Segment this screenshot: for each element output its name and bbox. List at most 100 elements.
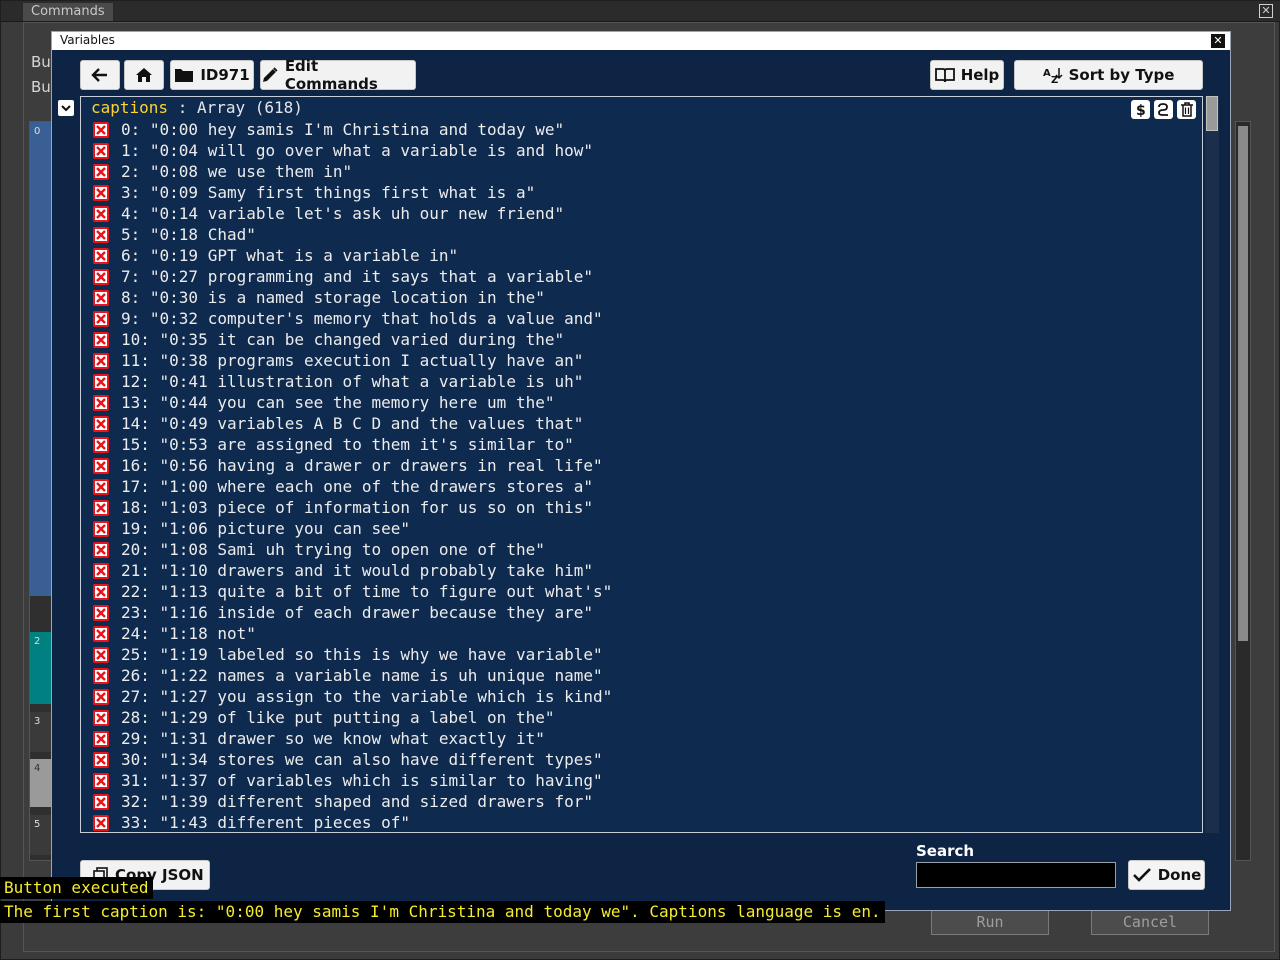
list-item-text[interactable]: 33: "1:43 different pieces of" [121, 812, 410, 832]
list-item-text[interactable]: 7: "0:27 programming and it says that a … [121, 266, 593, 287]
cancel-button[interactable]: Cancel [1091, 909, 1209, 935]
list-item-text[interactable]: 23: "1:16 inside of each drawer because … [121, 602, 593, 623]
list-item-text[interactable]: 9: "0:32 computer's memory that holds a … [121, 308, 603, 329]
list-item-text[interactable]: 1: "0:04 will go over what a variable is… [121, 140, 593, 161]
delete-item-icon[interactable] [93, 373, 109, 390]
variable-list-scroll-thumb[interactable] [1206, 96, 1218, 131]
delete-item-icon[interactable] [93, 289, 109, 306]
collapse-toggle[interactable] [58, 100, 74, 116]
delete-item-icon[interactable] [93, 709, 109, 726]
delete-item-icon[interactable] [93, 352, 109, 369]
delete-item-icon[interactable] [93, 478, 109, 495]
variable-list[interactable]: captions : Array (618) $ 0: "0:00 hey sa… [80, 96, 1203, 833]
delete-item-icon[interactable] [93, 499, 109, 516]
commands-scroll-thumb[interactable] [1238, 126, 1248, 641]
delete-item-icon[interactable] [93, 184, 109, 201]
dialog-close-icon[interactable]: ✕ [1211, 34, 1225, 48]
delete-item-icon[interactable] [93, 625, 109, 642]
list-item-text[interactable]: 19: "1:06 picture you can see" [121, 518, 410, 539]
commands-close-icon[interactable]: ✕ [1259, 4, 1273, 18]
list-item-text[interactable]: 11: "0:38 programs execution I actually … [121, 350, 583, 371]
list-item-text[interactable]: 30: "1:34 stores we can also have differ… [121, 749, 603, 770]
list-item-text[interactable]: 32: "1:39 different shaped and sized dra… [121, 791, 593, 812]
list-item-text[interactable]: 18: "1:03 piece of information for us so… [121, 497, 593, 518]
delete-item-icon[interactable] [93, 394, 109, 411]
back-button[interactable] [80, 60, 120, 90]
search-input[interactable] [916, 862, 1116, 888]
delete-item-icon[interactable] [93, 583, 109, 600]
list-item-text[interactable]: 3: "0:09 Samy first things first what is… [121, 182, 535, 203]
delete-item-icon[interactable] [93, 268, 109, 285]
list-item-text[interactable]: 24: "1:18 not" [121, 623, 256, 644]
delete-item-icon[interactable] [93, 751, 109, 768]
list-item-text[interactable]: 26: "1:22 names a variable name is uh un… [121, 665, 603, 686]
list-item-text[interactable]: 12: "0:41 illustration of what a variabl… [121, 371, 583, 392]
delete-item-icon[interactable] [93, 310, 109, 327]
list-item-text[interactable]: 27: "1:27 you assign to the variable whi… [121, 686, 612, 707]
list-item-text[interactable]: 8: "0:30 is a named storage location in … [121, 287, 545, 308]
delete-item-icon[interactable] [93, 142, 109, 159]
delete-item-icon[interactable] [93, 541, 109, 558]
run-button[interactable]: Run [931, 909, 1049, 935]
delete-item-icon[interactable] [93, 121, 109, 138]
delete-item-icon[interactable] [93, 562, 109, 579]
id-button[interactable]: ID971 [170, 60, 254, 90]
delete-item-icon[interactable] [93, 226, 109, 243]
delete-item-icon[interactable] [93, 604, 109, 621]
delete-item-icon[interactable] [93, 415, 109, 432]
delete-item-icon[interactable] [93, 457, 109, 474]
bg-label-2: Bu [31, 78, 51, 96]
delete-item-icon[interactable] [93, 436, 109, 453]
list-item: 13: "0:44 you can see the memory here um… [93, 392, 1193, 413]
home-button[interactable] [124, 60, 164, 90]
edit-commands-button[interactable]: Edit Commands [260, 57, 416, 93]
list-item: 3: "0:09 Samy first things first what is… [93, 182, 1193, 203]
variable-list-scrollbar[interactable] [1205, 96, 1219, 833]
delete-item-icon[interactable] [93, 520, 109, 537]
list-item-text[interactable]: 0: "0:00 hey samis I'm Christina and tod… [121, 119, 564, 140]
list-item: 23: "1:16 inside of each drawer because … [93, 602, 1193, 623]
list-item: 14: "0:49 variables A B C D and the valu… [93, 413, 1193, 434]
list-item-text[interactable]: 31: "1:37 of variables which is similar … [121, 770, 603, 791]
list-item-text[interactable]: 25: "1:19 labeled so this is why we have… [121, 644, 603, 665]
list-item-text[interactable]: 5: "0:18 Chad" [121, 224, 256, 245]
delete-item-icon[interactable] [93, 667, 109, 684]
list-item: 15: "0:53 are assigned to them it's simi… [93, 434, 1193, 455]
svg-text:A: A [1043, 68, 1051, 79]
commands-titlebar: Commands ✕ [1, 1, 1280, 22]
list-item-text[interactable]: 4: "0:14 variable let's ask uh our new f… [121, 203, 564, 224]
list-item-text[interactable]: 14: "0:49 variables A B C D and the valu… [121, 413, 583, 434]
commands-scrollbar[interactable] [1235, 121, 1251, 861]
delete-item-icon[interactable] [93, 247, 109, 264]
list-item-text[interactable]: 20: "1:08 Sami uh trying to open one of … [121, 539, 545, 560]
list-item: 29: "1:31 drawer so we know what exactly… [93, 728, 1193, 749]
list-item-text[interactable]: 21: "1:10 drawers and it would probably … [121, 560, 593, 581]
convert-icon[interactable] [1154, 100, 1173, 119]
list-item-text[interactable]: 29: "1:31 drawer so we know what exactly… [121, 728, 545, 749]
delete-item-icon[interactable] [93, 793, 109, 810]
list-item-text[interactable]: 15: "0:53 are assigned to them it's simi… [121, 434, 574, 455]
delete-item-icon[interactable] [93, 772, 109, 789]
list-item-text[interactable]: 17: "1:00 where each one of the drawers … [121, 476, 593, 497]
search-label: Search [916, 842, 975, 860]
list-item-text[interactable]: 10: "0:35 it can be changed varied durin… [121, 329, 564, 350]
dollar-icon[interactable]: $ [1131, 100, 1150, 119]
sort-by-type-button[interactable]: AZ Sort by Type [1014, 60, 1203, 90]
done-button[interactable]: Done [1128, 860, 1205, 890]
list-item-text[interactable]: 6: "0:19 GPT what is a variable in" [121, 245, 458, 266]
delete-item-icon[interactable] [93, 163, 109, 180]
delete-item-icon[interactable] [93, 205, 109, 222]
list-item-text[interactable]: 2: "0:08 we use them in" [121, 161, 352, 182]
delete-item-icon[interactable] [93, 688, 109, 705]
list-item: 32: "1:39 different shaped and sized dra… [93, 791, 1193, 812]
delete-item-icon[interactable] [93, 331, 109, 348]
help-button[interactable]: Help [930, 60, 1004, 90]
delete-item-icon[interactable] [93, 730, 109, 747]
trash-icon[interactable] [1177, 100, 1196, 119]
list-item-text[interactable]: 22: "1:13 quite a bit of time to figure … [121, 581, 612, 602]
delete-item-icon[interactable] [93, 814, 109, 831]
list-item-text[interactable]: 13: "0:44 you can see the memory here um… [121, 392, 554, 413]
list-item-text[interactable]: 16: "0:56 having a drawer or drawers in … [121, 455, 603, 476]
delete-item-icon[interactable] [93, 646, 109, 663]
list-item-text[interactable]: 28: "1:29 of like put putting a label on… [121, 707, 554, 728]
